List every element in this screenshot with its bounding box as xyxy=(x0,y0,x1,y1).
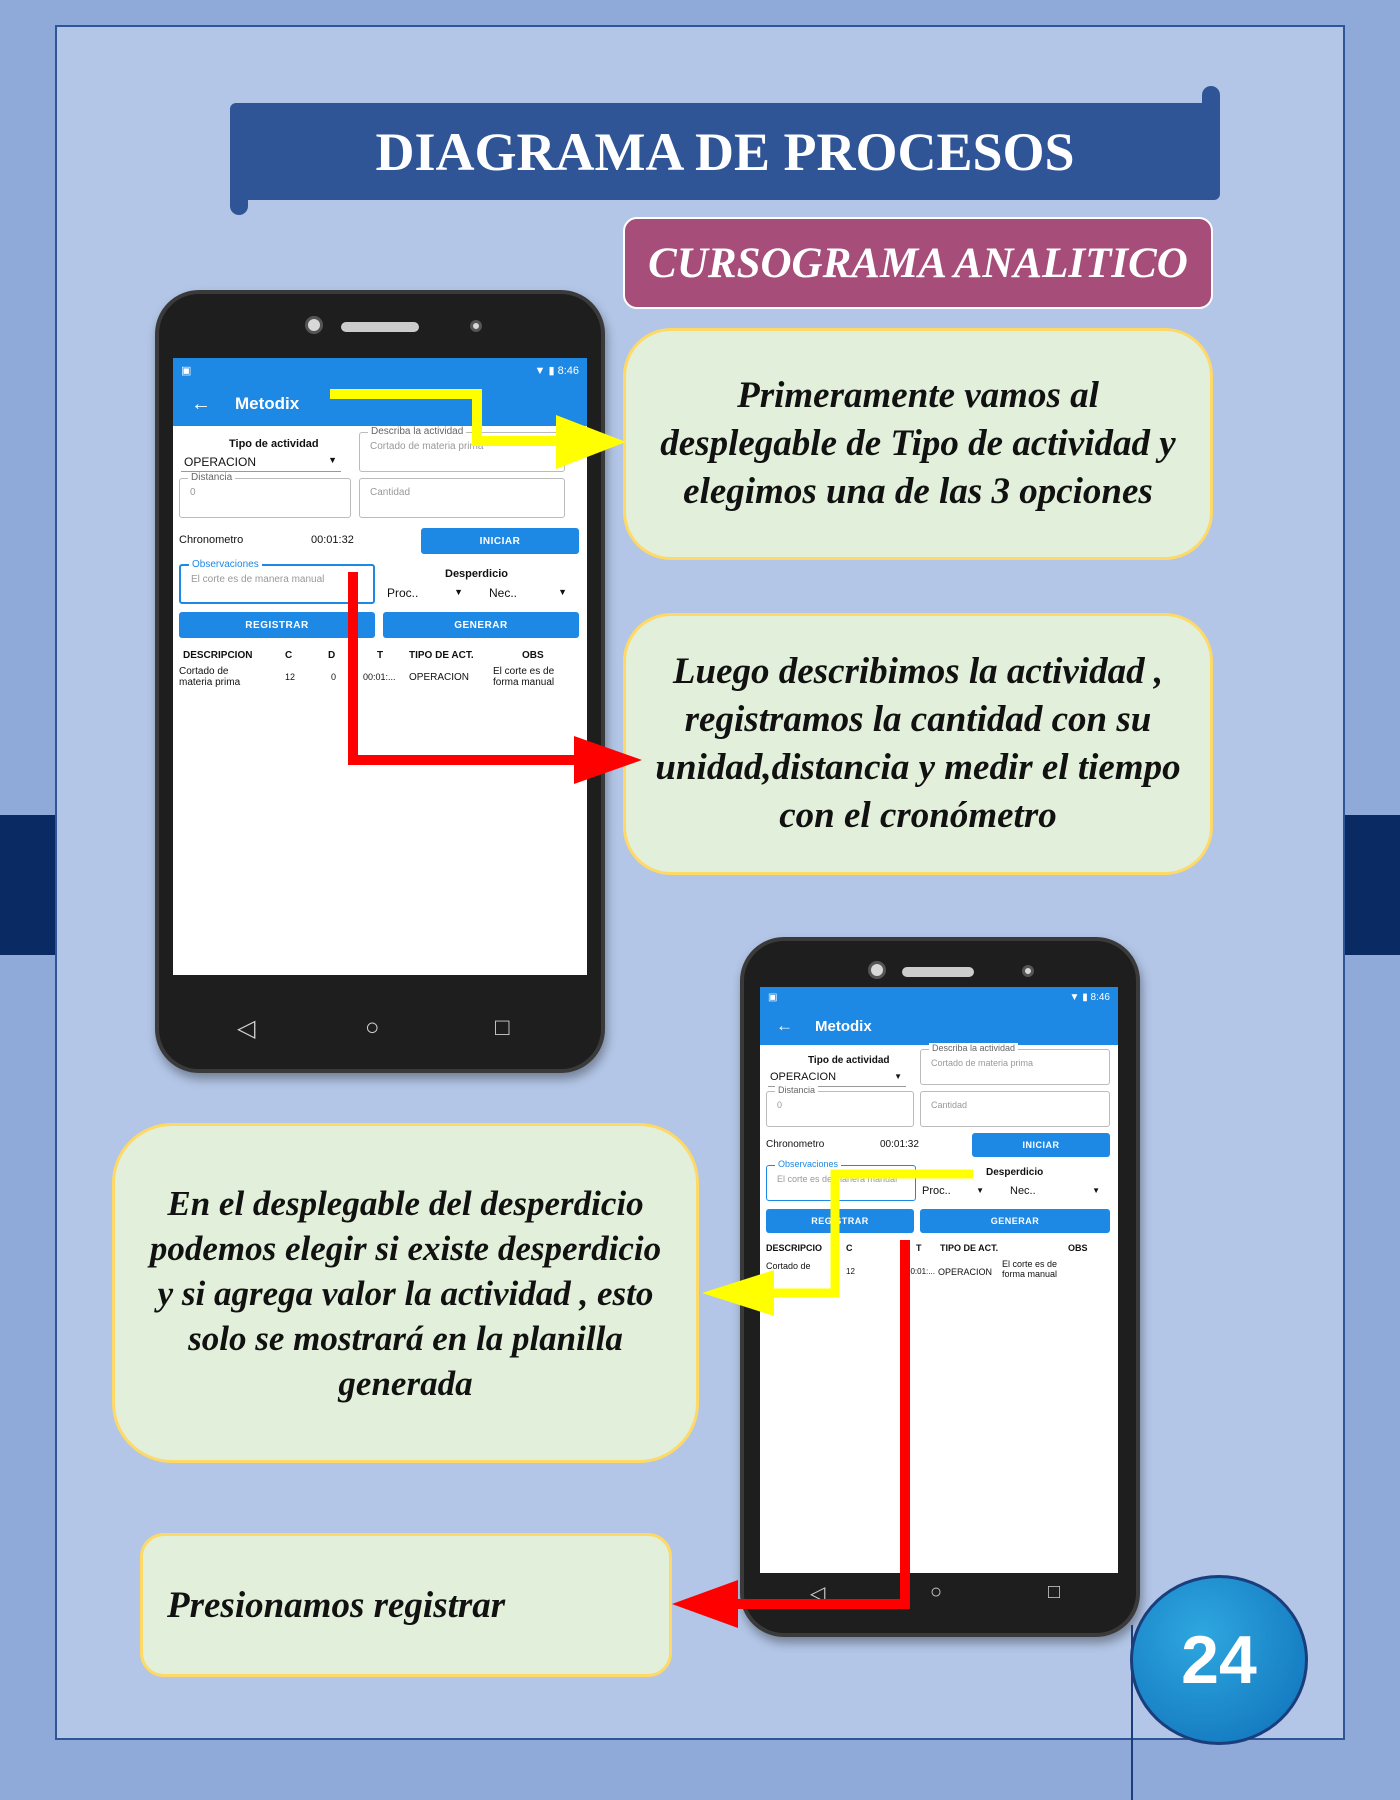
yellow-arrow-1 xyxy=(330,389,626,469)
red-arrow-2 xyxy=(672,1240,910,1628)
page-number: 24 xyxy=(1130,1575,1308,1745)
yellow-arrow-2 xyxy=(702,1169,973,1316)
arrows-overlay xyxy=(330,389,1133,1800)
red-arrow-1 xyxy=(348,572,642,784)
